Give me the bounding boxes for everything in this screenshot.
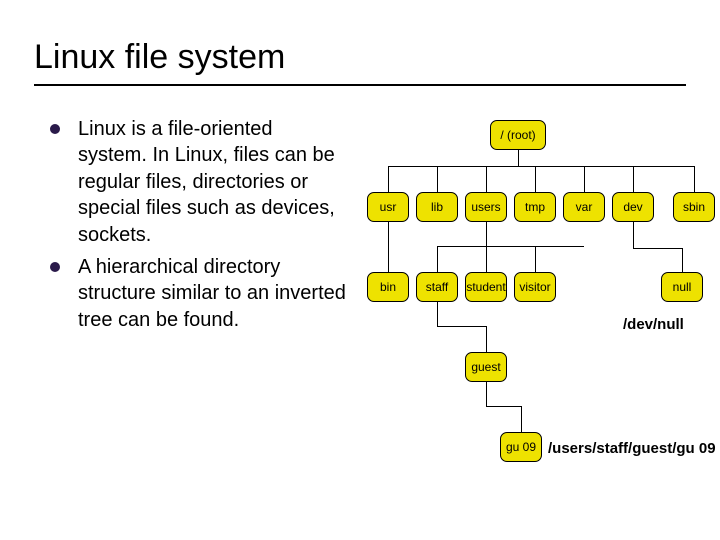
connector [633,248,682,249]
bullet-list: Linux is a file-oriented system. In Linu… [50,116,346,339]
connector [535,166,536,192]
bullet-text: A hierarchical directory structure simil… [78,254,346,333]
node-null: null [661,272,703,302]
connector [521,406,522,432]
connector [437,246,438,272]
connector [437,166,438,192]
list-item: Linux is a file-oriented system. In Linu… [50,116,346,248]
connector [437,246,584,247]
connector [486,246,487,272]
connector [388,166,694,167]
connector [518,150,519,166]
node-gu09: gu 09 [500,432,542,462]
connector [437,326,486,327]
connector [486,382,487,406]
node-tmp: tmp [514,192,556,222]
connector [682,248,683,272]
connector [694,166,695,192]
connector [633,166,634,192]
connector [535,246,536,272]
bullet-icon [50,124,60,134]
annotation-path: /users/staff/guest/gu 09 [548,440,716,457]
node-root: / (root) [490,120,546,150]
connector [437,302,438,326]
node-student: student [465,272,507,302]
connector [633,222,634,248]
node-visitor: visitor [514,272,556,302]
list-item: A hierarchical directory structure simil… [50,254,346,333]
connector [486,166,487,192]
node-staff: staff [416,272,458,302]
slide-title: Linux file system [34,38,285,77]
node-dev: dev [612,192,654,222]
node-lib: lib [416,192,458,222]
node-bin: bin [367,272,409,302]
connector [584,166,585,192]
bullet-icon [50,262,60,272]
bullet-text: Linux is a file-oriented system. In Linu… [78,116,346,248]
node-usr: usr [367,192,409,222]
connector [486,406,521,407]
node-guest: guest [465,352,507,382]
connector [388,166,389,192]
title-underline [34,84,686,86]
node-users: users [465,192,507,222]
connector [486,326,487,352]
node-sbin: sbin [673,192,715,222]
connector [486,222,487,246]
connector [388,222,389,272]
node-var: var [563,192,605,222]
annotation-devnull: /dev/null [623,316,684,333]
